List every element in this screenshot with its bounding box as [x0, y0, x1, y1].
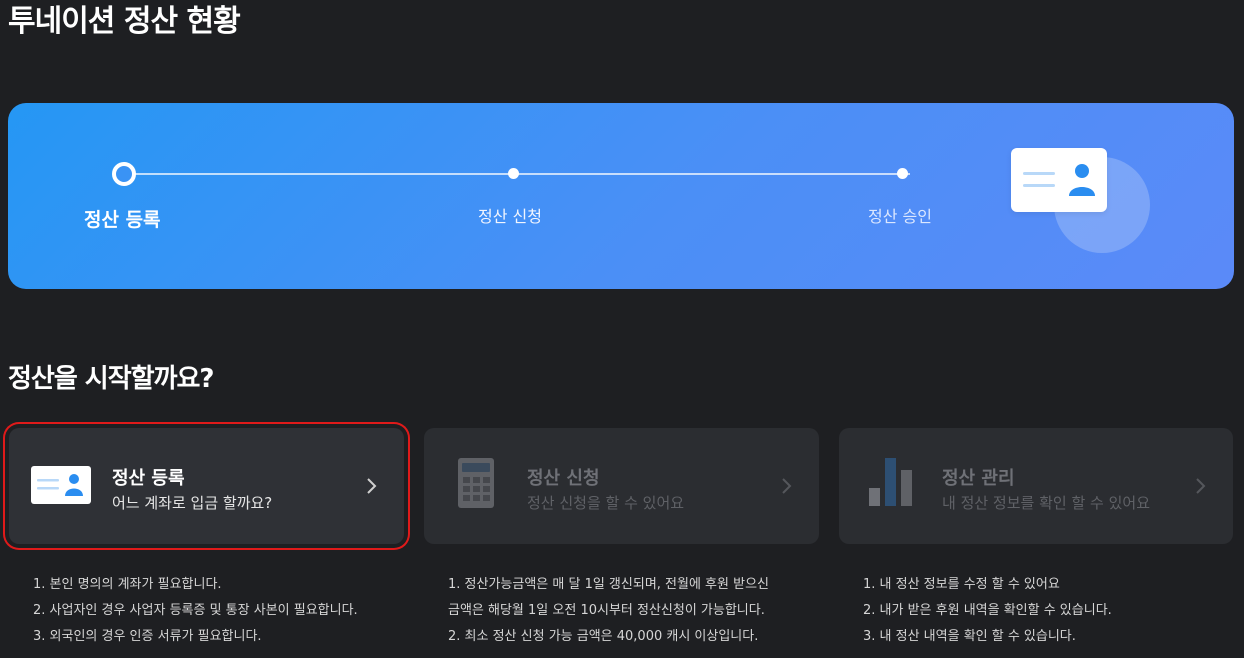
apply-card[interactable]: 정산 신청 정산 신청을 할 수 있어요 [424, 428, 819, 544]
bar-chart-icon [869, 458, 912, 506]
step-dot-register [112, 162, 136, 186]
note-item: 1. 내 정산 정보를 수정 할 수 있어요 [863, 577, 1060, 592]
manage-notes: 1. 내 정산 정보를 수정 할 수 있어요 2. 내가 받은 후원 내역을 확… [863, 572, 1112, 650]
note-item: 1. 본인 명의의 계좌가 필요합니다. [33, 577, 222, 592]
chevron-right-icon [1196, 478, 1206, 494]
step-dot-apply [508, 168, 519, 179]
id-card-icon [1011, 148, 1107, 212]
chevron-right-icon [782, 478, 792, 494]
note-item: 2. 최소 정산 신청 가능 금액은 40,000 캐시 이상입니다. [448, 629, 759, 644]
progress-track [132, 173, 910, 175]
apply-notes: 1. 정산가능금액은 매 달 1일 갱신되며, 전월에 후원 받으신 금액은 해… [448, 572, 769, 650]
note-item: 2. 내가 받은 후원 내역을 확인할 수 있습니다. [863, 603, 1112, 618]
id-card-icon [31, 466, 91, 504]
manage-card-title: 정산 관리 [942, 468, 1015, 489]
note-item: 3. 외국인의 경우 인증 서류가 필요합니다. [33, 629, 262, 644]
calculator-icon [458, 458, 494, 508]
step-label-apply: 정산 신청 [478, 207, 542, 226]
apply-card-subtitle: 정산 신청을 할 수 있어요 [527, 494, 685, 512]
note-item: 금액은 해당월 1일 오전 10시부터 정산신청이 가능합니다. [448, 603, 765, 618]
step-label-register: 정산 등록 [84, 209, 161, 231]
note-item: 1. 정산가능금액은 매 달 1일 갱신되며, 전월에 후원 받으신 [448, 577, 769, 592]
section-title: 정산을 시작할까요? [8, 364, 214, 394]
page-title: 투네이션 정산 현황 [8, 4, 241, 39]
person-icon [1069, 164, 1095, 196]
register-card-title: 정산 등록 [112, 468, 185, 489]
progress-banner: 정산 등록 정산 신청 정산 승인 [8, 103, 1234, 289]
note-item: 3. 내 정산 내역을 확인 할 수 있습니다. [863, 629, 1076, 644]
settlement-page: 투네이션 정산 현황 정산 등록 정산 신청 정산 승인 정산을 시작할까요? [0, 0, 1244, 658]
register-card[interactable]: 정산 등록 어느 계좌로 입금 할까요? [9, 428, 404, 544]
step-dot-approve [897, 168, 908, 179]
note-item: 2. 사업자인 경우 사업자 등록증 및 통장 사본이 필요합니다. [33, 603, 358, 618]
step-label-approve: 정산 승인 [868, 207, 932, 226]
manage-card-subtitle: 내 정산 정보를 확인 할 수 있어요 [942, 494, 1151, 512]
register-notes: 1. 본인 명의의 계좌가 필요합니다. 2. 사업자인 경우 사업자 등록증 … [33, 572, 358, 650]
manage-card[interactable]: 정산 관리 내 정산 정보를 확인 할 수 있어요 [839, 428, 1233, 544]
chevron-right-icon [367, 478, 377, 494]
register-card-subtitle: 어느 계좌로 입금 할까요? [112, 494, 273, 512]
apply-card-title: 정산 신청 [527, 468, 600, 489]
